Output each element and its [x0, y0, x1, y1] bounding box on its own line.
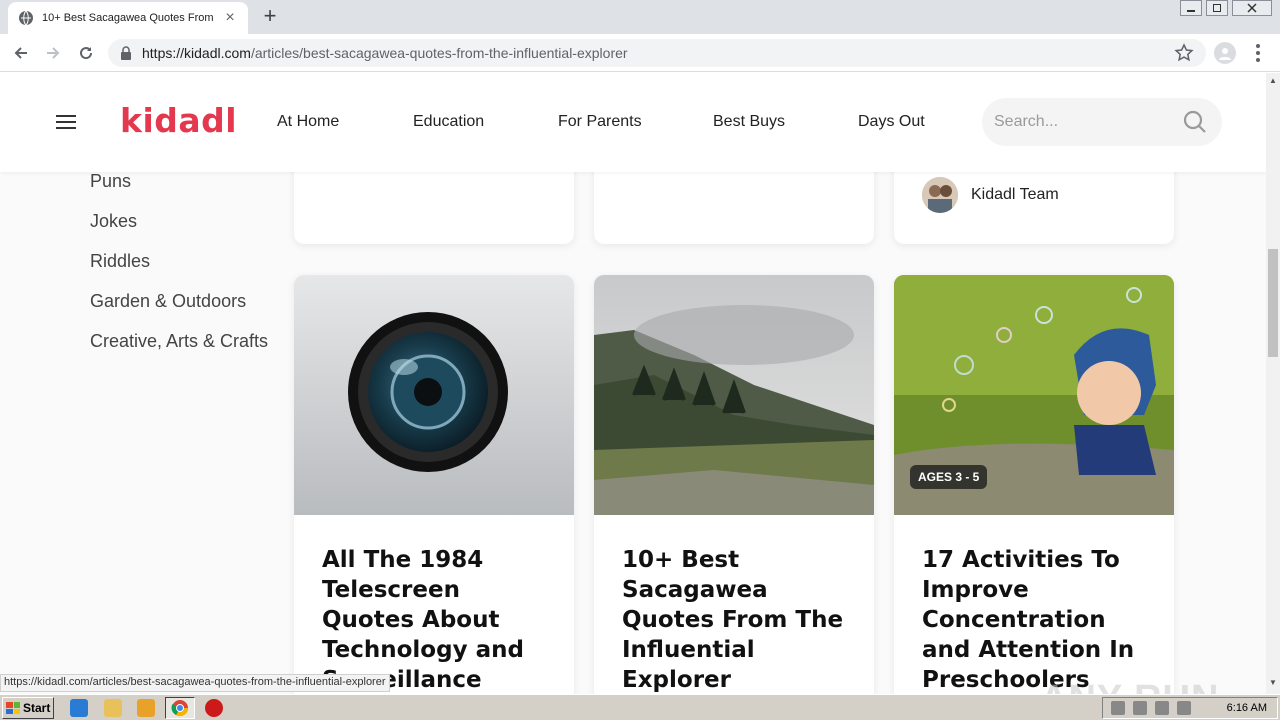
- scroll-down-icon[interactable]: ▼: [1269, 679, 1277, 687]
- tab-strip: 10+ Best Sacagawea Quotes From The Influ…: [0, 0, 1280, 34]
- system-tray: 6:16 AM: [1102, 697, 1278, 719]
- address-bar: https://kidadl.com/articles/best-sacagaw…: [0, 34, 1280, 72]
- card-image-camera-lens: [294, 275, 574, 515]
- card-title[interactable]: All The 1984 Telescreen Quotes About Tec…: [322, 545, 554, 694]
- nav-for-parents[interactable]: For Parents: [558, 113, 642, 131]
- tab-title: 10+ Best Sacagawea Quotes From The Influ…: [42, 12, 216, 24]
- card-author: Kidadl Team: [922, 177, 1059, 213]
- nav-days-out[interactable]: Days Out: [858, 113, 925, 131]
- url-path: /articles/best-sacagawea-quotes-from-the…: [250, 45, 628, 61]
- sidebar-item-creative-arts-crafts[interactable]: Creative, Arts & Crafts: [90, 329, 270, 353]
- author-name: Kidadl Team: [971, 186, 1059, 203]
- site-logo[interactable]: kidadl: [120, 101, 237, 140]
- minimize-button[interactable]: [1180, 0, 1202, 16]
- start-button[interactable]: Start: [2, 697, 54, 719]
- volume-icon[interactable]: [1133, 701, 1147, 715]
- back-arrow-icon[interactable]: [10, 42, 32, 64]
- page-viewport: kidadl At Home Education For Parents Bes…: [0, 73, 1266, 694]
- nav-at-home[interactable]: At Home: [277, 113, 339, 131]
- card-image-mountain-valley: [594, 275, 874, 515]
- sidebar-item-puns[interactable]: Puns: [90, 169, 270, 193]
- media-player-icon[interactable]: [137, 699, 155, 717]
- watermark-logo: ANY RUN: [1040, 678, 1219, 694]
- author-avatar: [922, 177, 958, 213]
- scroll-thumb[interactable]: [1268, 249, 1278, 357]
- card-image-child-bubbles: AGES 3 - 5: [894, 275, 1174, 515]
- file-explorer-icon[interactable]: [104, 699, 122, 717]
- article-card[interactable]: 10+ Best Sacagawea Quotes From The Influ…: [594, 275, 874, 694]
- windows-taskbar: Start 6:16 AM: [0, 694, 1280, 720]
- nav-education[interactable]: Education: [413, 113, 484, 131]
- search-icon[interactable]: [1182, 109, 1208, 135]
- sidebar-item-garden-outdoors[interactable]: Garden & Outdoors: [90, 289, 270, 313]
- reload-icon[interactable]: [75, 42, 97, 64]
- antivirus-icon[interactable]: [205, 699, 223, 717]
- nav-best-buys[interactable]: Best Buys: [713, 113, 785, 131]
- tray-arrow-icon[interactable]: [1111, 701, 1125, 715]
- search-box: [982, 98, 1222, 146]
- card-title[interactable]: 10+ Best Sacagawea Quotes From The Influ…: [622, 545, 854, 694]
- close-tab-icon[interactable]: ×: [222, 10, 238, 26]
- new-tab-button[interactable]: +: [258, 4, 282, 28]
- scroll-up-icon[interactable]: ▲: [1269, 77, 1277, 85]
- sidebar-item-riddles[interactable]: Riddles: [90, 249, 270, 273]
- action-center-flag-icon[interactable]: [1177, 701, 1191, 715]
- forward-arrow-icon[interactable]: [42, 42, 64, 64]
- maximize-button[interactable]: [1206, 0, 1228, 16]
- search-input[interactable]: [994, 113, 1164, 131]
- status-bar-url: https://kidadl.com/articles/best-sacagaw…: [0, 674, 390, 692]
- window-controls: [1180, 0, 1272, 16]
- url-domain: https://kidadl.com: [142, 45, 251, 61]
- network-icon[interactable]: [1155, 701, 1169, 715]
- hamburger-menu-icon[interactable]: [56, 115, 76, 129]
- taskbar-chrome-active[interactable]: [165, 697, 195, 719]
- chrome-icon: [171, 700, 189, 717]
- url-field[interactable]: https://kidadl.com/articles/best-sacagaw…: [108, 39, 1206, 67]
- lock-icon: [120, 46, 132, 60]
- card-title[interactable]: 17 Activities To Improve Concentration a…: [922, 545, 1154, 694]
- page-scrollbar[interactable]: ▲ ▼: [1266, 73, 1280, 694]
- clock[interactable]: 6:16 AM: [1227, 702, 1267, 714]
- browser-menu-icon[interactable]: [1250, 42, 1266, 64]
- start-label: Start: [23, 701, 51, 715]
- window-close-button[interactable]: [1232, 0, 1272, 16]
- bookmark-star-icon[interactable]: [1174, 43, 1194, 63]
- article-card[interactable]: All The 1984 Telescreen Quotes About Tec…: [294, 275, 574, 694]
- age-badge: AGES 3 - 5: [910, 465, 988, 489]
- browser-tab[interactable]: 10+ Best Sacagawea Quotes From The Influ…: [8, 2, 248, 34]
- windows-logo-icon: [6, 702, 20, 714]
- globe-icon: [18, 10, 34, 26]
- article-card[interactable]: AGES 3 - 5 17 Activities To Improve Conc…: [894, 275, 1174, 694]
- sidebar-item-jokes[interactable]: Jokes: [90, 209, 270, 233]
- site-header: kidadl At Home Education For Parents Bes…: [0, 73, 1266, 172]
- internet-explorer-icon[interactable]: [70, 699, 88, 717]
- profile-avatar-icon[interactable]: [1214, 42, 1236, 64]
